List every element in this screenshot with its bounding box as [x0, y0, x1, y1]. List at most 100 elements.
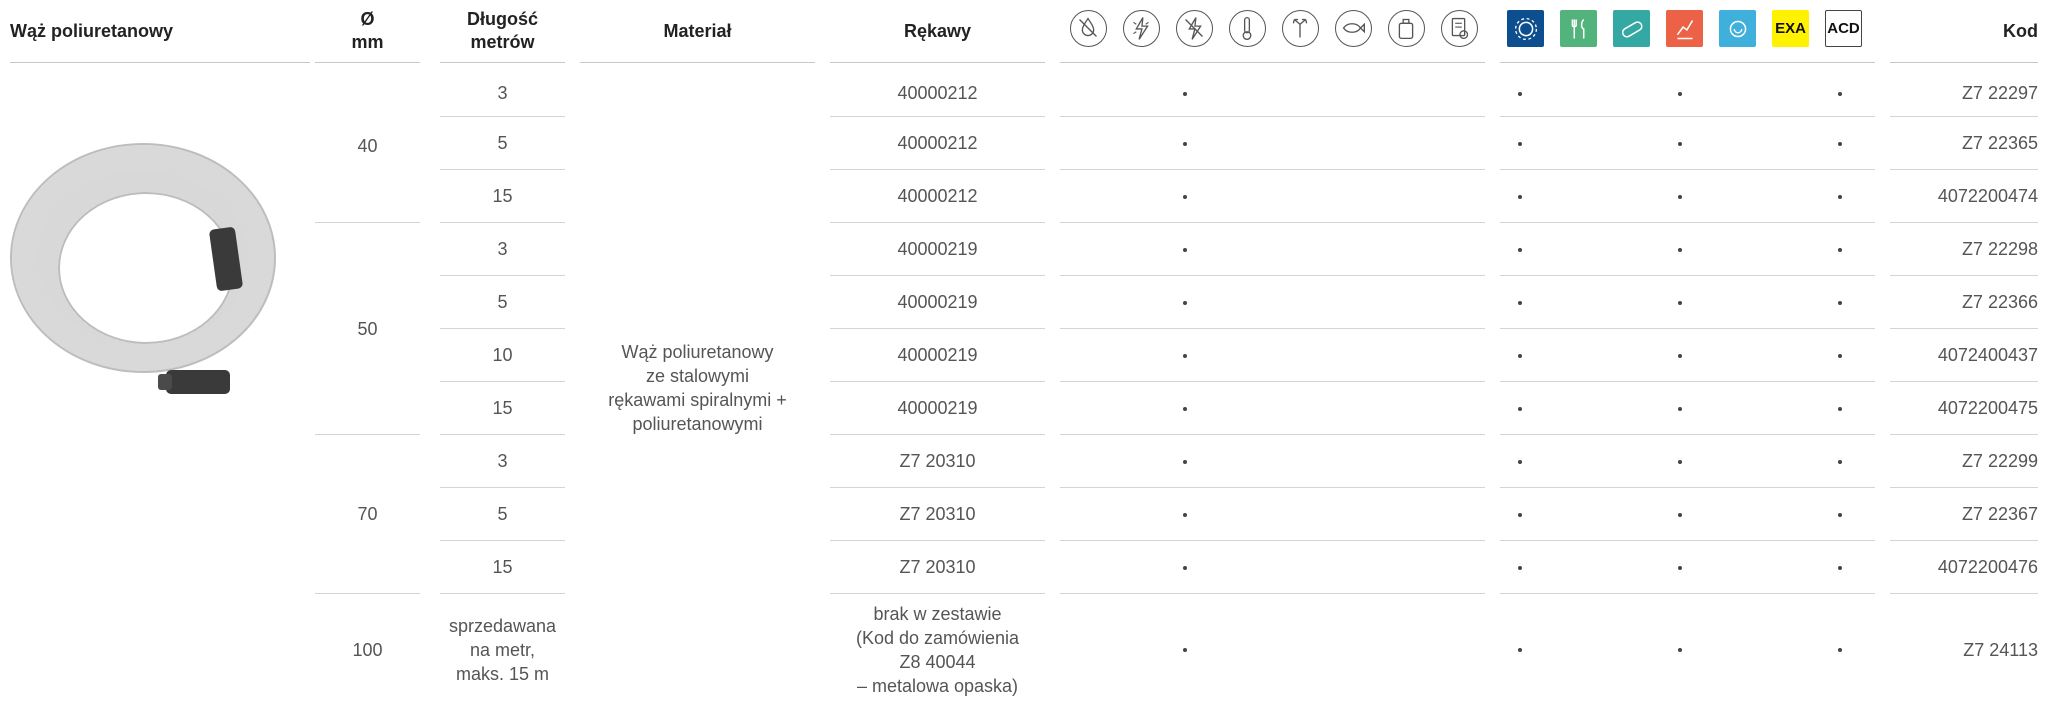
code-cell: Z7 22298: [1890, 223, 2038, 276]
mark-2: [1678, 247, 1682, 252]
mark-3: [1838, 647, 1842, 652]
product-header: Wąż poliuretanowy: [10, 0, 310, 63]
sleeve-cell: brak w zestawie (Kod do zamówienia Z8 40…: [855, 603, 1020, 696]
mark-3: [1838, 247, 1842, 252]
length-unit: metrów: [470, 32, 535, 52]
length-cell: 3: [440, 223, 565, 276]
marks-cell: [1060, 435, 1485, 488]
code-header: Kod: [1890, 0, 2038, 63]
mark-0: [1183, 459, 1187, 464]
code-cell: 4072200474: [1890, 170, 2038, 223]
code-cell: 4072400437: [1890, 329, 2038, 382]
mark-1: [1518, 141, 1522, 146]
flexible-arrows-icon: [1282, 10, 1319, 47]
mark-3: [1838, 300, 1842, 305]
mark-0: [1183, 565, 1187, 570]
marks-cell: [1060, 329, 1485, 382]
diameter-cell: 70: [315, 435, 420, 594]
code-cell: Z7 22299: [1890, 435, 2038, 488]
badge-marks-cell: [1500, 223, 1875, 276]
mark-1: [1518, 512, 1522, 517]
non-conductive-icon: [1176, 10, 1213, 47]
mark-3: [1838, 459, 1842, 464]
hose-image: [10, 143, 276, 394]
mark-1: [1518, 565, 1522, 570]
length-cell: 3: [440, 435, 565, 488]
mark-0: [1183, 406, 1187, 411]
mark-1: [1518, 194, 1522, 199]
length-cell: sprzedawana na metr, maks. 15 m: [448, 615, 557, 684]
mark-1: [1518, 406, 1522, 411]
mark-2: [1678, 512, 1682, 517]
mark-2: [1678, 300, 1682, 305]
marks-cell: [1060, 276, 1485, 329]
chemical-container-icon: [1388, 10, 1425, 47]
mark-3: [1838, 565, 1842, 570]
exa-badge: EXA: [1772, 10, 1809, 47]
certificate-document-icon: [1441, 10, 1478, 47]
marks-cell: [1060, 382, 1485, 435]
material-header: Materiał: [580, 0, 815, 63]
length-cell: 15: [440, 382, 565, 435]
mark-0: [1183, 300, 1187, 305]
mark-1: [1518, 459, 1522, 464]
mark-0: [1183, 647, 1187, 652]
length-cell: 5: [440, 117, 565, 170]
sleeve-cell: 40000219: [830, 276, 1045, 329]
code-cell: 4072200476: [1890, 541, 2038, 594]
code-cell: Z7 22366: [1890, 276, 2038, 329]
mark-2: [1678, 141, 1682, 146]
pharma-pill-badge: [1613, 10, 1650, 47]
mark-2: [1678, 194, 1682, 199]
acd-badge: ACD: [1825, 10, 1862, 47]
mark-2: [1678, 406, 1682, 411]
marks-cell: [1060, 223, 1485, 276]
marks-cell: [1060, 117, 1485, 170]
mark-2: [1678, 459, 1682, 464]
mark-0: [1183, 194, 1187, 199]
length-cell: 3: [440, 70, 565, 117]
length-cell: 5: [440, 488, 565, 541]
diameter-cell: 50: [315, 223, 420, 435]
mark-1: [1518, 353, 1522, 358]
mark-2: [1678, 565, 1682, 570]
badge-marks-cell: [1500, 541, 1875, 594]
mark-0: [1183, 512, 1187, 517]
mark-1: [1518, 300, 1522, 305]
code-cell: Z7 22365: [1890, 117, 2038, 170]
length-cell: 15: [440, 541, 565, 594]
mark-2: [1678, 91, 1682, 96]
length-header: Długość metrów: [440, 0, 565, 63]
mark-1: [1518, 647, 1522, 652]
badge-marks-cell: [1500, 117, 1875, 170]
no-water-drop-icon: [1070, 10, 1107, 47]
badge-marks-cell: [1500, 382, 1875, 435]
fish-oil-icon: [1335, 10, 1372, 47]
code-cell: 4072200475: [1890, 382, 2038, 435]
length-cell: 10: [440, 329, 565, 382]
diameter-header: Ø mm: [315, 0, 420, 63]
badge-marks-cell: [1500, 276, 1875, 329]
diameter-cell: 40: [315, 70, 420, 223]
diameter-unit: mm: [351, 32, 384, 52]
marks-cell: [1060, 488, 1485, 541]
mark-0: [1183, 353, 1187, 358]
anti-static-icon: [1123, 10, 1160, 47]
marks-cell: [1060, 594, 1485, 705]
water-circle-badge: [1719, 10, 1756, 47]
length-cell: 5: [440, 276, 565, 329]
mark-3: [1838, 353, 1842, 358]
sleeve-cell: 40000212: [830, 170, 1045, 223]
mark-0: [1183, 141, 1187, 146]
badge-marks-cell: [1500, 435, 1875, 488]
code-cell: Z7 22297: [1890, 70, 2038, 117]
material-cell: Wąż poliuretanowy ze stalowymi rękawami …: [608, 341, 787, 434]
badge-marks-cell: [1500, 170, 1875, 223]
marks-cell: [1060, 70, 1485, 117]
mark-2: [1678, 647, 1682, 652]
industry-gear-badge: [1507, 10, 1544, 47]
sleeve-cell: 40000212: [830, 70, 1045, 117]
marks-cell: [1060, 170, 1485, 223]
food-cutlery-badge: [1560, 10, 1597, 47]
sleeve-cell: 40000219: [830, 329, 1045, 382]
